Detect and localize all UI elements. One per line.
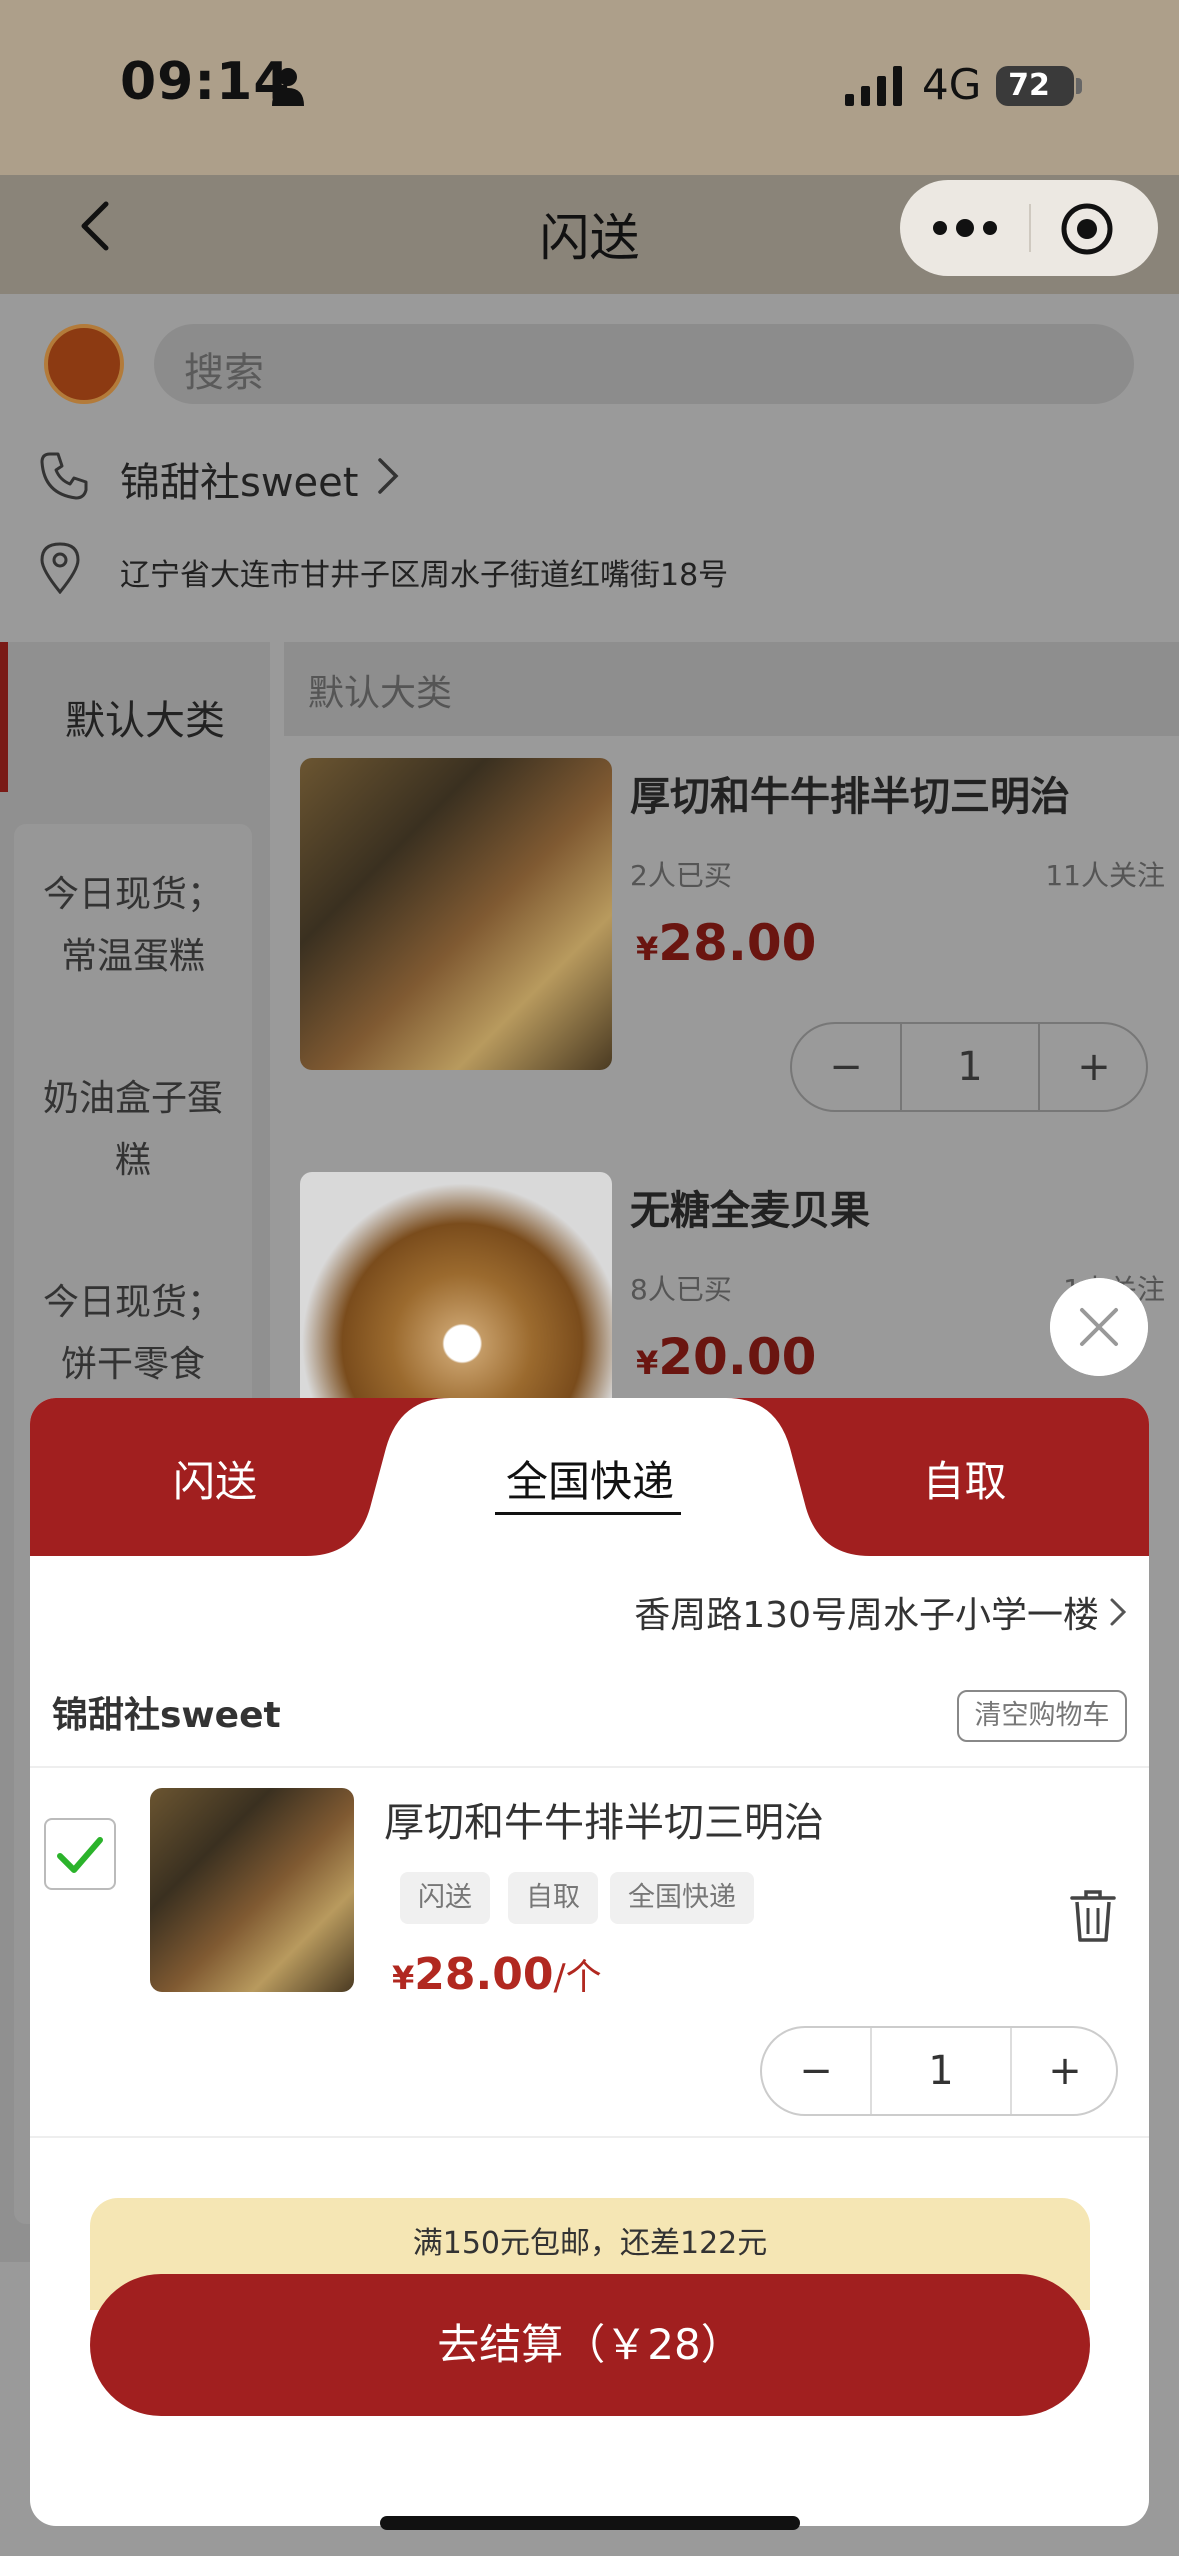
close-sheet-icon[interactable] [1050,1278,1148,1376]
cart-sheet: 闪送 全国快递 自取 香周路130号周水子小学一楼 锦甜社sweet 清空购物车… [30,1398,1149,2526]
delivery-address[interactable]: 香周路130号周水子小学一楼 [634,1586,1129,1638]
cart-item-image[interactable] [150,1788,354,1992]
quantity-value[interactable]: 1 [900,1024,1040,1110]
phone-icon[interactable] [38,450,90,502]
close-miniprogram-icon[interactable] [1060,202,1114,256]
currency-symbol: ¥ [636,930,659,968]
category-header-label: 默认大类 [308,673,453,714]
price-value: 20.00 [658,1328,817,1386]
product-name[interactable]: 厚切和牛牛排半切三明治 [630,764,1070,822]
free-shipping-text: 满150元包邮，还差122元 [412,2226,768,2261]
mini-program-capsule [900,180,1158,276]
checkout-button[interactable]: 去结算（￥28） [90,2274,1090,2416]
tab-flash-delivery[interactable]: 闪送 [30,1448,400,1509]
active-tab-underline [495,1512,681,1515]
status-time: 09:14 [120,52,291,112]
price-unit: /个 [553,1957,602,1998]
capsule-divider [1029,204,1031,252]
home-indicator [380,2516,800,2530]
badge-flash-delivery: 闪送 [400,1872,490,1924]
cart-store-name: 锦甜社sweet [52,1695,281,1736]
sidebar-item-default[interactable]: 默认大类 [0,688,290,746]
battery-icon: 72 [996,66,1074,106]
person-icon [272,68,304,106]
status-bar: 09:14 4G 72 闪送 [0,0,1179,276]
more-dots-icon[interactable] [930,208,1000,248]
minus-icon[interactable]: − [792,1024,900,1110]
product-follow-count: 11人关注 [1045,859,1165,892]
cart-item-name[interactable]: 厚切和牛牛排半切三明治 [384,1790,824,1848]
sidebar-item-subcategory[interactable]: 今日现货； 饼干零食 [14,1272,252,1396]
store-address: 辽宁省大连市甘井子区周水子街道红嘴街18号 [120,558,729,593]
product-image-sandwich[interactable] [300,758,612,1070]
plus-icon[interactable]: + [1012,2028,1118,2114]
battery-level: 72 [1008,68,1050,103]
network-label: 4G [922,60,982,109]
product-name[interactable]: 无糖全麦贝果 [630,1178,870,1236]
sidebar-item-subcategory[interactable]: 奶油盒子蛋 糕 [14,1068,252,1192]
tab-self-pickup[interactable]: 自取 [780,1448,1149,1509]
clear-cart-button[interactable]: 清空购物车 [957,1690,1127,1742]
delivery-address-text: 香周路130号周水子小学一楼 [634,1595,1099,1636]
price-value: 28.00 [658,914,817,972]
minus-icon[interactable]: − [762,2028,870,2114]
signal-icon [845,66,902,106]
badge-national-express: 全国快递 [610,1872,754,1924]
quantity-stepper: − 1 + [760,2026,1118,2116]
product-price: ¥20.00 [636,1328,816,1386]
plus-icon[interactable]: + [1040,1024,1148,1110]
quantity-value[interactable]: 1 [872,2028,1010,2114]
cart-item-price: ¥28.00/个 [392,1948,602,2000]
checkmark-icon [57,1837,103,1873]
divider [30,1766,1149,1768]
chevron-right-icon[interactable] [372,454,402,498]
chevron-right-icon [1110,1598,1127,1626]
sidebar-item-label: 今日现货； [42,874,223,915]
trash-icon[interactable] [1070,1888,1116,1944]
sidebar-item-label: 糕 [114,1140,151,1181]
search-input[interactable]: 搜索 [154,324,1134,404]
location-pin-icon [40,542,80,594]
battery-tip [1076,78,1082,94]
sidebar-item-label: 今日现货； [42,1282,223,1323]
category-header: 默认大类 [284,642,1179,736]
store-logo [44,324,124,404]
item-checkbox[interactable] [44,1818,116,1890]
divider [30,2136,1149,2138]
sidebar-item-label: 奶油盒子蛋 [42,1078,223,1119]
currency-symbol: ¥ [392,1959,415,1997]
tab-national-express[interactable]: 全国快递 [400,1448,780,1509]
store-name[interactable]: 锦甜社sweet [120,450,358,508]
sidebar-item-label: 常温蛋糕 [60,936,205,977]
product-price: ¥28.00 [636,914,816,972]
search-placeholder: 搜索 [184,350,264,396]
product-bought-count: 8人已买 [630,1273,732,1306]
badge-self-pickup: 自取 [508,1872,598,1924]
quantity-stepper: − 1 + [790,1022,1148,1112]
currency-symbol: ¥ [636,1344,659,1382]
sidebar-item-label: 饼干零食 [60,1344,205,1385]
price-value: 28.00 [414,1949,554,2000]
sidebar-item-subcategory[interactable]: 今日现货； 常温蛋糕 [14,864,252,988]
product-bought-count: 2人已买 [630,859,732,892]
